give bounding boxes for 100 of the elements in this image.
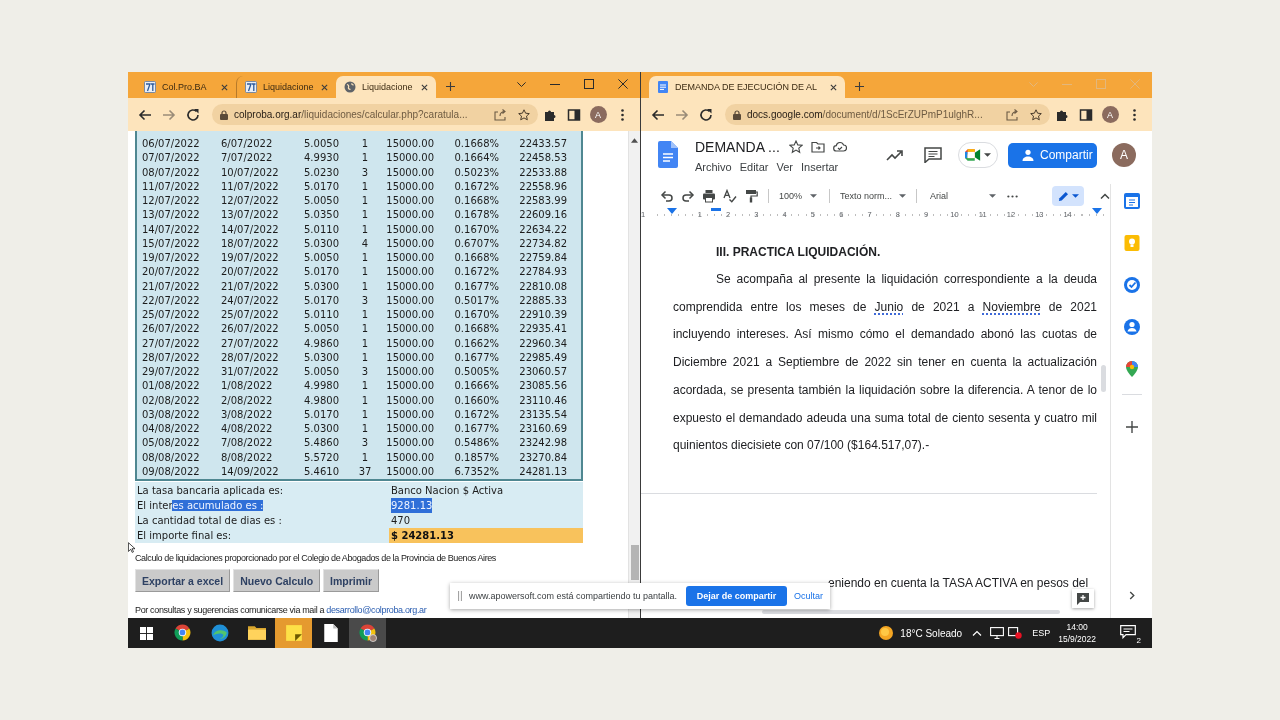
menu-item[interactable]: Insertar xyxy=(800,158,839,176)
trend-line-icon[interactable] xyxy=(886,149,904,161)
browser-tab[interactable]: Liquidacione xyxy=(336,76,436,98)
minimize-icon[interactable] xyxy=(550,83,560,85)
folder-icon[interactable] xyxy=(810,140,825,154)
calendar-icon[interactable] xyxy=(1122,192,1141,210)
sidebar-icon[interactable] xyxy=(1079,107,1093,122)
window-alert-icon[interactable] xyxy=(1008,627,1023,639)
table-cell-text: 2/08/2022 xyxy=(220,393,274,408)
plus-icon[interactable] xyxy=(855,82,864,91)
back-icon[interactable] xyxy=(651,107,665,122)
scrollbar-thumb[interactable] xyxy=(762,610,1060,614)
close-icon[interactable] xyxy=(618,79,628,89)
scrollbar-thumb[interactable] xyxy=(1101,365,1106,392)
scrollbar[interactable] xyxy=(628,131,640,618)
share-button[interactable]: Compartir xyxy=(1008,142,1097,168)
scrollbar-thumb[interactable] xyxy=(630,545,639,580)
table-cell-text: 0.1678% xyxy=(453,208,499,223)
form-button[interactable]: Nuevo Calculo xyxy=(233,569,321,592)
monitor-icon[interactable] xyxy=(990,627,1005,639)
table-cell-text: 23135.54 xyxy=(518,407,567,422)
star-icon[interactable] xyxy=(518,108,530,121)
menu-item[interactable]: Editar xyxy=(739,158,769,176)
reload-icon[interactable] xyxy=(699,107,713,122)
maximize-icon[interactable] xyxy=(584,79,594,89)
form-button[interactable]: Imprimir xyxy=(323,569,380,592)
table-cell-text: 11/07/2022 xyxy=(141,179,201,194)
browser-tab[interactable]: DEMANDA DE EJECUCIÓN DE AL xyxy=(649,76,845,98)
undo-icon[interactable] xyxy=(660,189,674,203)
spellcheck-icon[interactable] xyxy=(723,189,737,203)
chevron-down-icon[interactable] xyxy=(516,81,526,87)
close-icon[interactable] xyxy=(321,83,328,91)
share-icon[interactable] xyxy=(494,108,506,121)
scroll-up-arrow-icon[interactable] xyxy=(631,138,638,143)
table-cell-text: 23085.56 xyxy=(518,379,567,394)
address-bar[interactable]: colproba.org.ar/liquidaciones/calcular.php?caratula... xyxy=(212,104,538,125)
edit-mode-button[interactable] xyxy=(1052,186,1084,206)
close-icon[interactable] xyxy=(830,83,837,91)
font-dropdown[interactable]: Arial xyxy=(930,191,996,201)
print-icon[interactable] xyxy=(702,189,716,203)
language-indicator[interactable]: ESP xyxy=(1032,628,1051,638)
star-icon[interactable] xyxy=(1030,108,1042,121)
clock-time[interactable]: 14:00 xyxy=(1066,621,1088,633)
close-icon[interactable] xyxy=(221,83,228,91)
table-cell-text: 6/07/2022 xyxy=(220,137,274,151)
table-cell-text: 0.1672% xyxy=(453,265,499,280)
more-icon[interactable] xyxy=(1007,194,1018,198)
zoom-dropdown[interactable]: 100% xyxy=(779,191,817,201)
lock-icon[interactable] xyxy=(220,109,228,120)
table-cell-text: 04/08/2022 xyxy=(141,422,201,436)
document-icon[interactable] xyxy=(658,141,678,168)
hide-link[interactable]: Ocultar xyxy=(794,591,823,601)
reload-icon[interactable] xyxy=(186,107,200,122)
table-cell: 15000.00 xyxy=(385,222,434,237)
profile-avatar[interactable]: A xyxy=(589,106,607,123)
star-icon[interactable] xyxy=(788,140,803,154)
close-icon[interactable] xyxy=(421,83,428,91)
paint-roller-icon[interactable] xyxy=(744,189,758,203)
indent-marker-icon[interactable] xyxy=(1092,208,1102,214)
menu-item[interactable]: Archivo xyxy=(695,158,732,176)
table-cell-text: 22784.93 xyxy=(518,265,567,280)
chevron-right-icon[interactable] xyxy=(1128,591,1135,600)
logo-icon xyxy=(245,81,257,93)
table-cell-text: 0.1677% xyxy=(453,422,499,436)
check-circle-icon[interactable] xyxy=(1122,276,1141,294)
person-circle-icon[interactable] xyxy=(1122,318,1141,336)
indent-marker-icon[interactable] xyxy=(667,208,677,214)
account-avatar[interactable]: A xyxy=(1112,143,1136,167)
document-title[interactable]: DEMANDA ... xyxy=(695,137,780,157)
email-link[interactable]: desarrollo@colproba.org.ar xyxy=(326,605,427,615)
cloud-icon[interactable] xyxy=(832,140,847,154)
form-button[interactable]: Exportar a excel xyxy=(135,569,231,592)
lock-icon[interactable] xyxy=(733,109,741,120)
sidebar-icon[interactable] xyxy=(567,107,581,122)
menu-icon[interactable] xyxy=(1132,108,1136,121)
forward-icon[interactable] xyxy=(675,107,689,122)
table-cell-text: 1 xyxy=(360,422,370,436)
browser-tab[interactable]: Col.Pro.BA xyxy=(136,76,236,98)
address-bar[interactable]: docs.google.com/document/d/1ScErZUPmP1ulghR... xyxy=(725,104,1050,125)
plus-icon[interactable] xyxy=(446,82,455,91)
notification-count: 2 xyxy=(1135,636,1142,645)
comment-icon[interactable] xyxy=(924,147,942,163)
add-comment-button[interactable] xyxy=(1072,589,1094,608)
menu-item[interactable]: Ver xyxy=(776,158,793,176)
forward-icon[interactable] xyxy=(162,107,176,122)
drag-handle-icon[interactable] xyxy=(458,591,462,601)
stop-sharing-button[interactable]: Dejar de compartir xyxy=(686,586,787,606)
weather-widget[interactable]: 18°C Soleado xyxy=(879,626,963,640)
notification-icon[interactable] xyxy=(1120,625,1136,639)
back-icon[interactable] xyxy=(138,107,152,122)
start-icon[interactable] xyxy=(139,626,153,640)
share-icon[interactable] xyxy=(1006,108,1018,121)
menu-icon[interactable] xyxy=(620,108,624,121)
redo-icon[interactable] xyxy=(681,189,695,203)
clock-date[interactable]: 15/9/2022 xyxy=(1058,633,1096,645)
chevron-up-icon[interactable] xyxy=(1100,193,1110,199)
text-style-dropdown[interactable]: Texto norm... xyxy=(840,191,906,201)
profile-avatar[interactable]: A xyxy=(1101,106,1119,123)
browser-icon xyxy=(173,624,192,642)
plus-icon[interactable] xyxy=(1125,421,1138,433)
